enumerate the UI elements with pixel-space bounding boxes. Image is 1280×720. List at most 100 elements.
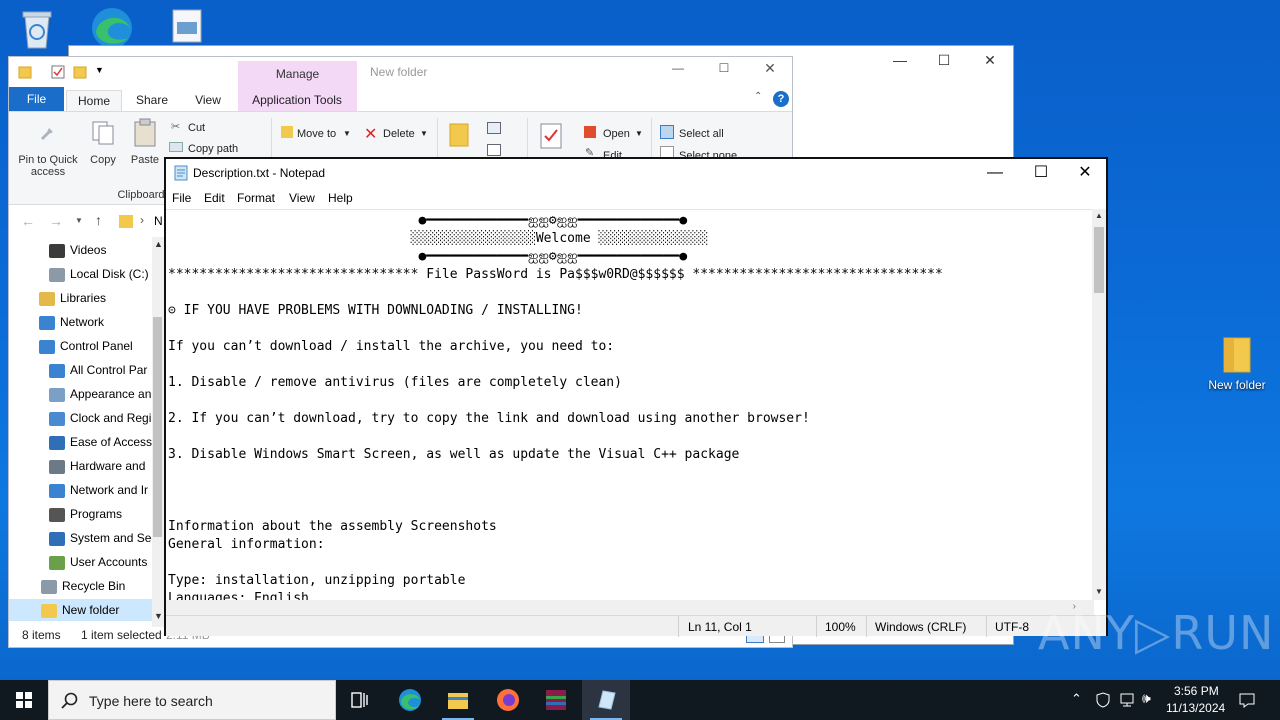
pin-to-quick-access-button[interactable]: Pin to Quick access [13, 154, 83, 178]
close-icon[interactable]: ✕ [967, 52, 1013, 72]
context-tab-label: Manage [275, 67, 320, 81]
nav-item[interactable]: Videos [9, 239, 163, 261]
tab-view[interactable]: View [185, 90, 231, 112]
chevron-down-icon[interactable]: ▼ [75, 216, 83, 225]
open-icon [584, 126, 596, 138]
chevron-down-icon[interactable]: ▼ [95, 65, 104, 75]
cursor-position: Ln 11, Col 1 [688, 620, 752, 634]
text-line: ●━━━━━━━━━━━━━ஐஐ⚙ஐஐ━━━━━━━━━━━━━● [168, 213, 688, 228]
text-line: ⊝ IF YOU HAVE PROBLEMS WITH DOWNLOADING … [168, 303, 583, 318]
vertical-scrollbar[interactable]: ▲ ▼ [1092, 209, 1106, 600]
move-to-button[interactable]: Move to [297, 128, 336, 140]
nav-item[interactable]: Control Panel [9, 335, 163, 357]
menu-format[interactable]: Format [237, 191, 275, 205]
nav-item[interactable]: Programs [9, 503, 163, 525]
maximize-icon[interactable]: ☐ [921, 52, 967, 72]
chevron-up-icon[interactable]: ⌃ [1071, 691, 1082, 707]
select-all-button[interactable]: Select all [679, 128, 724, 140]
windows-icon [16, 692, 32, 708]
taskbar-file-explorer[interactable] [434, 680, 482, 720]
notepad-icon [174, 165, 188, 181]
navigation-scrollbar[interactable]: ▲ ▼ [152, 237, 164, 627]
nav-item[interactable]: All Control Par [9, 359, 163, 381]
minimize-button[interactable]: — [663, 61, 693, 75]
nav-item[interactable]: Clock and Regi [9, 407, 163, 429]
nav-item-icon [39, 291, 55, 306]
nav-item[interactable]: Network [9, 311, 163, 333]
nav-item[interactable]: Ease of Access [9, 431, 163, 453]
minimize-icon[interactable]: — [877, 52, 923, 72]
forward-icon[interactable]: → [49, 213, 63, 229]
close-button[interactable]: ✕ [1062, 159, 1108, 187]
nav-item-icon [49, 483, 65, 498]
close-button[interactable]: ✕ [755, 60, 785, 77]
delete-icon: ✕ [364, 126, 378, 143]
security-icon[interactable] [1096, 692, 1110, 708]
scissors-icon: ✂ [171, 121, 181, 133]
text-line: ●━━━━━━━━━━━━━ஐஐ⚙ஐஐ━━━━━━━━━━━━━● [168, 249, 688, 264]
notification-icon[interactable] [1239, 692, 1255, 708]
recycle-bin-desktop-icon[interactable] [0, 6, 74, 54]
task-view-button[interactable] [336, 680, 384, 720]
start-button[interactable] [0, 680, 48, 720]
help-icon[interactable]: ? [773, 91, 789, 107]
network-icon[interactable] [1119, 692, 1135, 708]
chevron-up-icon[interactable]: ⌃ [754, 91, 762, 102]
text-line: 3. Disable Windows Smart Screen, as well… [168, 447, 740, 462]
clock-date[interactable]: 11/13/2024 [1166, 701, 1225, 715]
menu-view[interactable]: View [289, 191, 315, 205]
file-desktop-icon[interactable] [150, 8, 224, 48]
nav-item-icon [41, 579, 57, 594]
nav-item[interactable]: Appearance an [9, 383, 163, 405]
properties-icon[interactable] [51, 65, 65, 79]
taskbar-notepad[interactable] [582, 680, 630, 720]
nav-item[interactable]: User Accounts [9, 551, 163, 573]
nav-item[interactable]: New folder [9, 599, 163, 621]
taskbar-edge[interactable] [386, 680, 434, 720]
paste-icon [134, 118, 156, 147]
tab-home[interactable]: Home [66, 90, 122, 112]
copy-path-button[interactable]: Copy path [188, 143, 238, 155]
new-folder-desktop-icon[interactable]: New folder [1197, 334, 1277, 392]
tab-application-tools[interactable]: Application Tools [242, 90, 352, 112]
nav-item[interactable]: Libraries [9, 287, 163, 309]
nav-item[interactable]: Hardware and [9, 455, 163, 477]
notepad-text-area[interactable]: ●━━━━━━━━━━━━━ஐஐ⚙ஐஐ━━━━━━━━━━━━━● ░░░░░░… [166, 209, 1094, 600]
nav-item[interactable]: System and Sec [9, 527, 163, 549]
breadcrumb[interactable]: N [154, 214, 163, 228]
delete-button[interactable]: Delete [383, 128, 415, 140]
nav-item[interactable]: Local Disk (C:) [9, 263, 163, 285]
nav-item-label: New folder [62, 603, 120, 617]
minimize-button[interactable]: — [972, 159, 1018, 187]
nav-item[interactable]: Network and Ir [9, 479, 163, 501]
copy-button[interactable]: Copy [85, 154, 121, 166]
selection-info: 1 item selected [81, 628, 162, 642]
item-count: 8 items [22, 628, 61, 642]
clock-time[interactable]: 3:56 PM [1174, 684, 1219, 698]
nav-item-icon [49, 363, 65, 378]
menu-edit[interactable]: Edit [204, 191, 225, 205]
nav-item[interactable]: Recycle Bin [9, 575, 163, 597]
taskbar-winrar[interactable] [532, 680, 580, 720]
easy-access-icon[interactable] [487, 144, 501, 156]
taskbar-search-box[interactable]: Type here to search [48, 680, 336, 720]
taskbar-firefox[interactable] [484, 680, 532, 720]
paste-button[interactable]: Paste [127, 154, 163, 166]
maximize-button[interactable]: ☐ [709, 61, 739, 75]
breadcrumb-chevron-icon: › [140, 213, 144, 227]
chevron-down-icon: ▼ [343, 129, 351, 138]
horizontal-scrollbar[interactable]: › [166, 600, 1094, 615]
open-button[interactable]: Open [603, 128, 630, 140]
maximize-button[interactable]: ☐ [1018, 159, 1064, 187]
new-item-icon[interactable] [487, 122, 501, 134]
back-icon[interactable]: ← [21, 213, 35, 229]
tab-share[interactable]: Share [129, 90, 175, 112]
up-icon[interactable]: ↑ [95, 212, 102, 228]
volume-icon[interactable]: 🕪 [1142, 690, 1151, 707]
menu-file[interactable]: File [172, 191, 191, 205]
text-line: 2. If you can’t download, try to copy th… [168, 411, 810, 426]
cut-button[interactable]: Cut [188, 122, 205, 134]
notepad-title-bar[interactable]: Description.txt - Notepad — ☐ ✕ [166, 159, 1106, 187]
menu-help[interactable]: Help [328, 191, 353, 205]
new-folder-icon[interactable] [73, 65, 87, 79]
